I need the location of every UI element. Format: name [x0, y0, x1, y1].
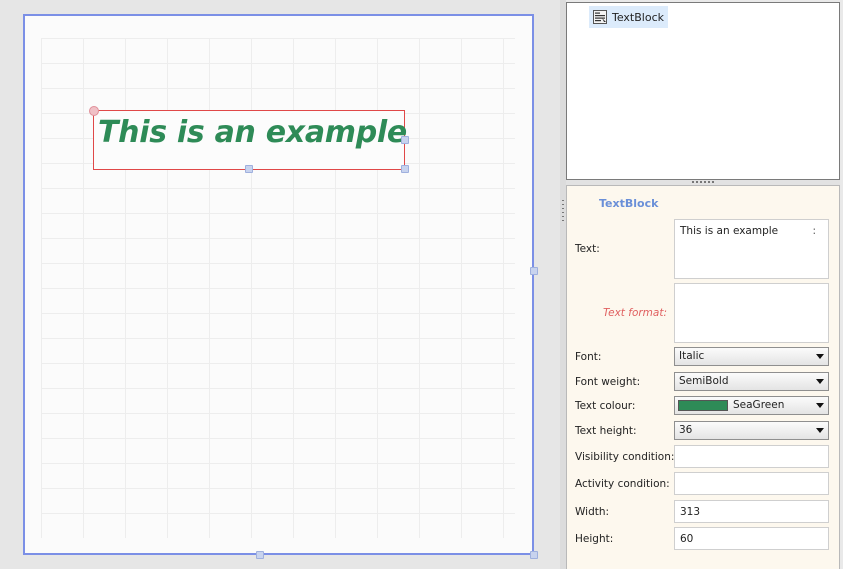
width-value: 313	[680, 506, 701, 518]
text-height-select[interactable]: 36	[674, 421, 829, 440]
text-colour-select-value: SeaGreen	[733, 399, 785, 411]
height-value: 60	[680, 533, 694, 545]
height-input[interactable]: 60	[674, 527, 829, 550]
width-label: Width:	[575, 506, 610, 518]
text-more-indicator: :	[812, 225, 816, 237]
tree-item-label: TextBlock	[612, 10, 664, 24]
height-label: Height:	[575, 533, 614, 545]
text-format-label: Text format:	[603, 307, 667, 319]
visibility-condition-label: Visibility condition:	[575, 451, 675, 463]
width-input[interactable]: 313	[674, 500, 829, 523]
text-format-input[interactable]	[674, 283, 829, 343]
design-surface[interactable]	[23, 14, 534, 555]
surface-resize-handle-bottom[interactable]	[256, 551, 264, 559]
textblock-element[interactable]: This is an example	[93, 110, 407, 170]
visibility-condition-input[interactable]	[674, 445, 829, 468]
font-weight-select[interactable]: SemiBold	[674, 372, 829, 391]
tree-item-textblock[interactable]: TextBlock	[589, 6, 668, 28]
splitter-grip-icon	[692, 181, 714, 183]
textblock-text: This is an example	[98, 115, 407, 150]
textblock-resize-handle-right[interactable]	[401, 136, 409, 144]
properties-panel: TextBlock Text: This is an example : Tex…	[566, 185, 840, 569]
element-tree-panel: TextBlock	[566, 2, 840, 180]
textblock-resize-handle-corner[interactable]	[401, 165, 409, 173]
surface-resize-handle-right[interactable]	[530, 267, 538, 275]
textblock-move-handle[interactable]	[89, 106, 99, 116]
design-canvas-area: This is an example	[0, 0, 560, 569]
textblock-icon	[593, 10, 607, 24]
textblock-resize-handle-bottom[interactable]	[245, 165, 253, 173]
text-colour-label: Text colour:	[575, 400, 636, 412]
text-height-select-value: 36	[679, 424, 693, 436]
properties-title: TextBlock	[599, 197, 659, 210]
text-input-value: This is an example	[680, 225, 779, 237]
font-weight-label: Font weight:	[575, 376, 641, 388]
text-colour-select[interactable]: SeaGreen	[674, 396, 829, 415]
activity-condition-label: Activity condition:	[575, 478, 670, 490]
colour-swatch	[678, 400, 728, 411]
text-input[interactable]: This is an example :	[674, 219, 829, 279]
chevron-down-icon	[816, 379, 824, 384]
font-select[interactable]: Italic	[674, 347, 829, 366]
text-height-label: Text height:	[575, 425, 637, 437]
activity-condition-input[interactable]	[674, 472, 829, 495]
splitter-grip-icon	[562, 200, 564, 224]
chevron-down-icon	[816, 354, 824, 359]
font-weight-select-value: SemiBold	[679, 375, 729, 387]
text-label: Text:	[575, 243, 600, 255]
surface-resize-handle-corner[interactable]	[530, 551, 538, 559]
chevron-down-icon	[816, 403, 824, 408]
chevron-down-icon	[816, 428, 824, 433]
font-select-value: Italic	[679, 350, 705, 362]
font-label: Font:	[575, 351, 602, 363]
